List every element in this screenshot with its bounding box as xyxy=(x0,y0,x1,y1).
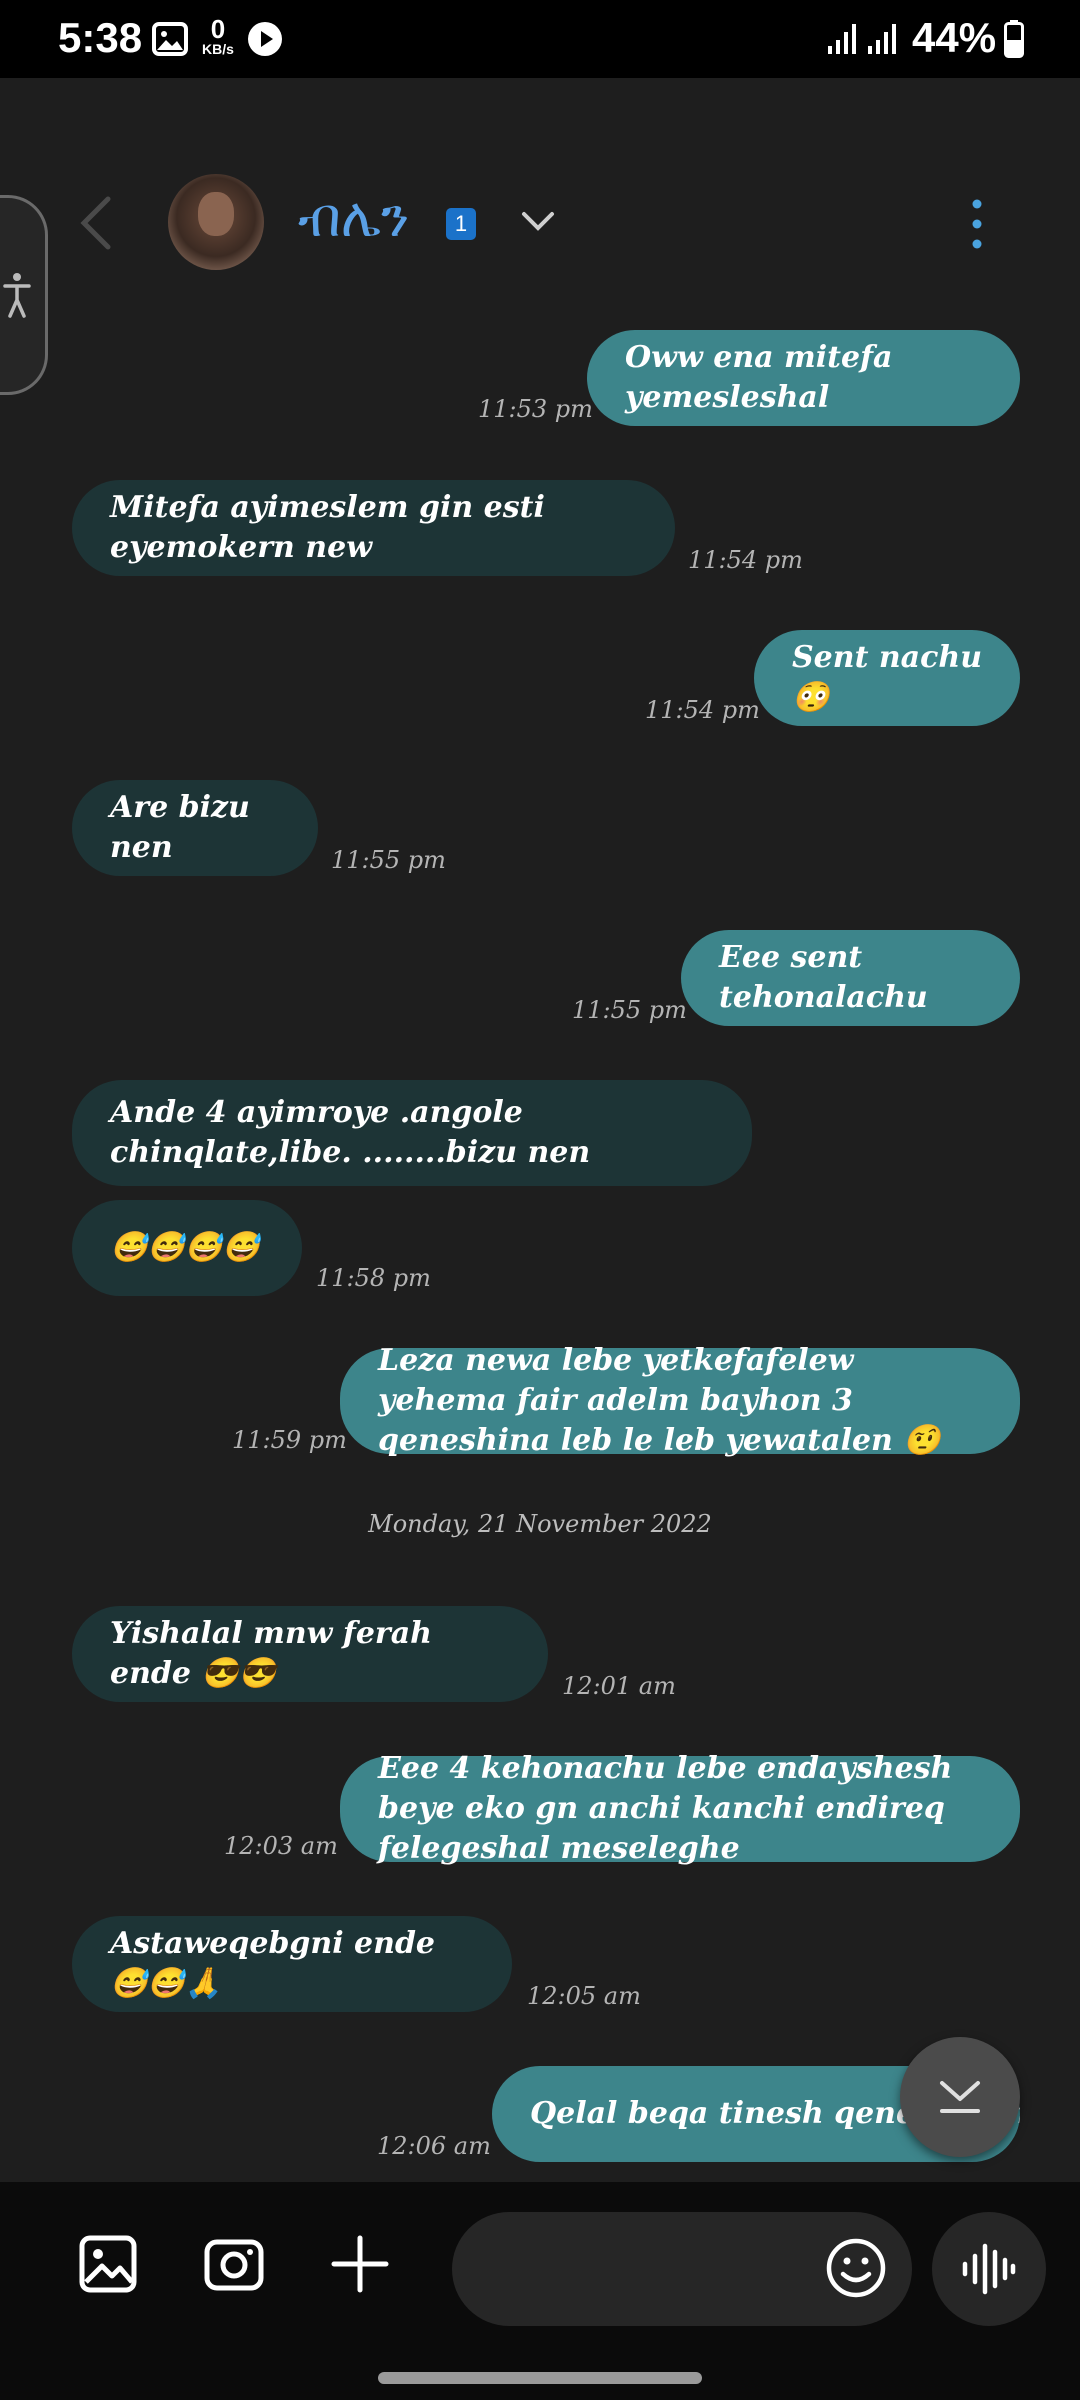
chevron-down-icon[interactable] xyxy=(518,208,558,236)
scroll-down-icon xyxy=(940,2081,980,2113)
network-speed: 0 KB/s xyxy=(196,16,240,56)
status-time: 5:38 xyxy=(58,14,143,61)
message-time: 11:54 pm xyxy=(645,696,760,724)
battery-percent: 44% xyxy=(912,14,997,61)
plus-icon[interactable] xyxy=(328,2232,392,2296)
network-speed-value: 0 xyxy=(210,14,226,44)
accessibility-side-tab[interactable] xyxy=(0,195,48,395)
status-bar: 5:38 0 KB/s 44% xyxy=(0,0,1080,78)
message-time: 12:01 am xyxy=(562,1672,676,1700)
message-time: 11:55 pm xyxy=(572,996,687,1024)
message-time: 12:03 am xyxy=(224,1832,338,1860)
voice-icon xyxy=(962,2243,1016,2295)
gallery-notification-icon xyxy=(152,22,188,56)
incoming-message[interactable]: Astaweqebgni ende 😅😅🙏 xyxy=(72,1916,512,2012)
incoming-message[interactable]: Mitefa ayimeslem gin esti eyemokern new xyxy=(72,480,675,576)
message-time: 11:58 pm xyxy=(316,1264,431,1292)
home-indicator[interactable] xyxy=(378,2372,702,2384)
outgoing-message[interactable]: Sent nachu 😳 xyxy=(754,630,1020,726)
outgoing-message[interactable]: Leza newa lebe yetkefafelew yehema fair … xyxy=(340,1343,1020,1458)
message-time: 11:59 pm xyxy=(232,1426,347,1454)
message-time: 11:54 pm xyxy=(688,546,803,574)
play-notification-icon xyxy=(248,22,282,56)
scroll-to-bottom-button[interactable] xyxy=(900,2037,1020,2157)
outgoing-message[interactable]: Oww ena mitefa yemesleshal xyxy=(587,330,1020,426)
outgoing-message[interactable]: Eee 4 kehonachu lebe endayshesh beye eko… xyxy=(340,1751,1020,1866)
voice-record-button[interactable] xyxy=(932,2212,1046,2326)
message-time: 11:53 pm xyxy=(478,395,593,423)
emoji-icon[interactable] xyxy=(824,2236,888,2300)
contact-name[interactable]: ብሌን xyxy=(298,186,409,250)
more-options-icon[interactable] xyxy=(962,196,992,252)
incoming-message[interactable]: 😅😅😅😅 xyxy=(72,1200,302,1296)
date-separator: Monday, 21 November 2022 xyxy=(368,1510,712,1538)
gallery-icon[interactable] xyxy=(76,2232,140,2296)
message-time: 12:05 am xyxy=(527,1982,641,2010)
incoming-message[interactable]: Are bizu nen xyxy=(72,780,318,876)
back-arrow-icon[interactable] xyxy=(78,195,114,251)
message-time: 11:55 pm xyxy=(331,846,446,874)
unread-badge: 1 xyxy=(446,208,476,240)
accessibility-icon xyxy=(3,273,31,318)
camera-icon[interactable] xyxy=(202,2232,266,2296)
network-speed-unit: KB/s xyxy=(202,41,234,57)
message-time: 12:06 am xyxy=(377,2132,491,2160)
outgoing-message[interactable]: Eee sent tehonalachu xyxy=(681,930,1020,1026)
contact-avatar[interactable] xyxy=(168,174,264,270)
chat-header xyxy=(0,78,1080,308)
signal-2-icon xyxy=(868,24,896,54)
incoming-message[interactable]: Ande 4 ayimroye .angole chinqlate,libe. … xyxy=(72,1080,752,1186)
battery-icon xyxy=(1004,20,1024,58)
signal-icon xyxy=(828,24,856,54)
incoming-message[interactable]: Yishalal mnw ferah ende 😎😎 xyxy=(72,1606,548,1702)
